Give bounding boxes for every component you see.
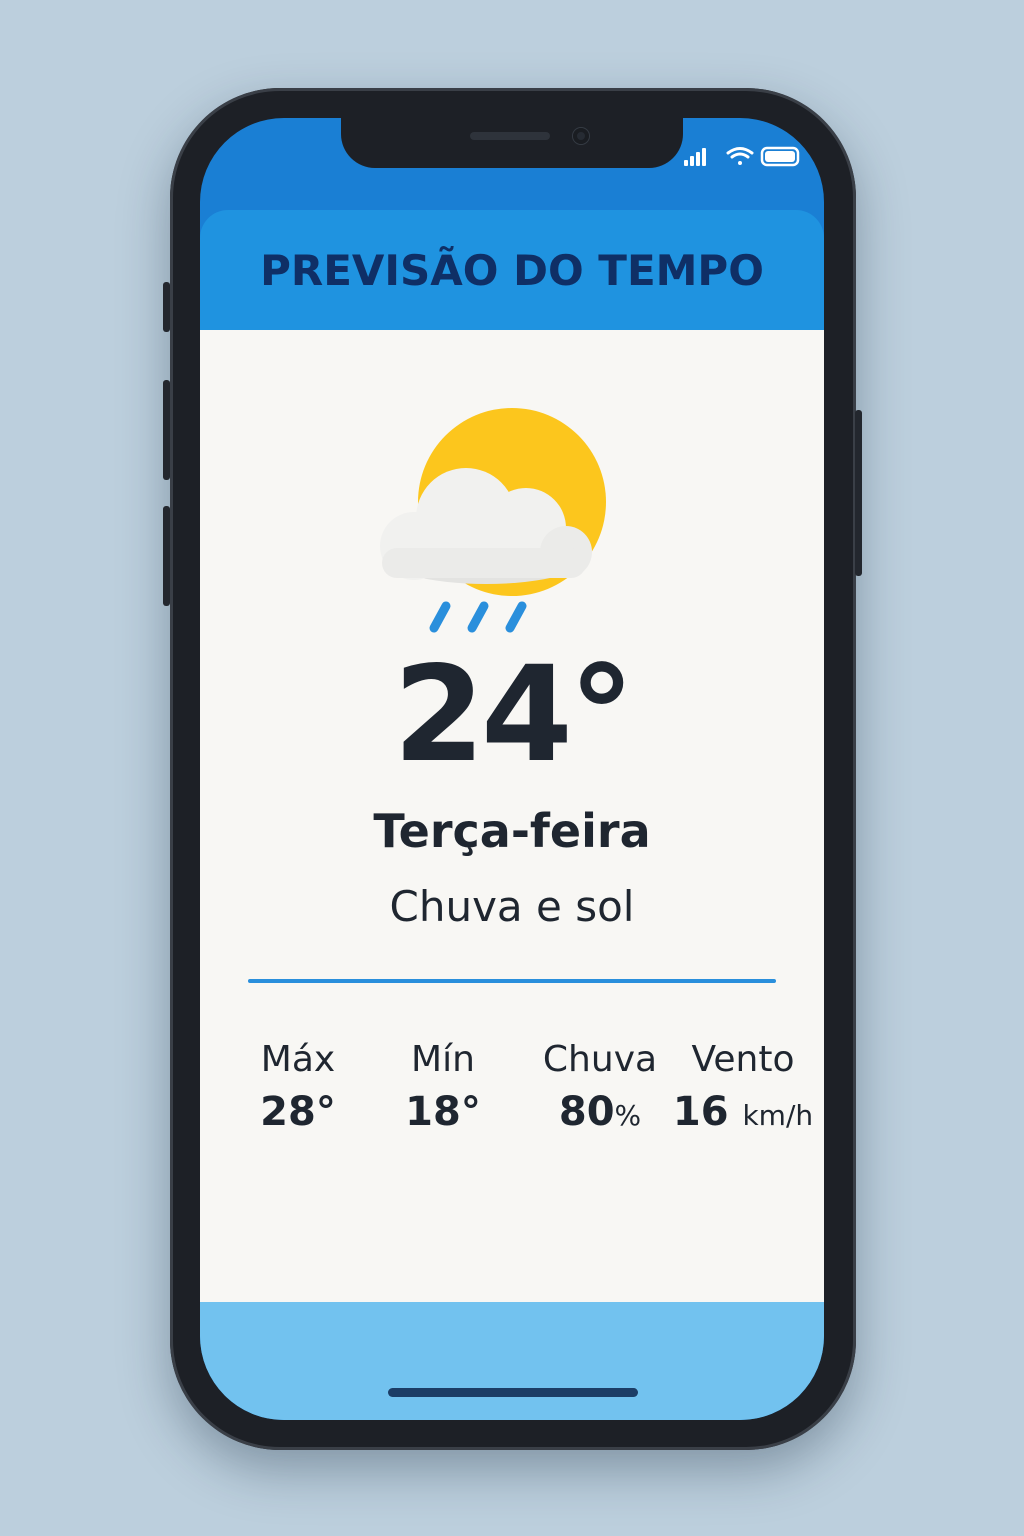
wifi-icon [726,147,754,165]
front-camera [573,128,589,144]
stat-wind: Vento 16 km/h [670,1038,816,1146]
current-temperature: 24° [393,638,635,792]
volume-up-button [163,380,170,480]
stat-rain: Chuva 80% [530,1038,670,1146]
speaker-grille [470,132,550,140]
home-indicator[interactable] [388,1388,638,1397]
stat-label: Chuva [542,1039,658,1080]
weather-card: 24° Terça-feira Chuva e sol Máx 28° Mín … [200,330,824,1302]
condition-label: Chuva e sol [389,882,635,931]
volume-down-button [163,506,170,606]
mute-switch [163,282,170,332]
app-footer [200,1302,824,1420]
weekday-label: Terça-feira [373,804,651,858]
app-header: PREVISÃO DO TEMPO [200,210,824,330]
rain-drops-icon [429,601,527,633]
divider [248,979,776,983]
stat-max: Máx 28° [238,1038,358,1146]
stat-value: 80% [558,1089,642,1135]
page-title: PREVISÃO DO TEMPO [260,246,764,295]
stat-label: Máx [260,1039,336,1080]
stat-value: 18° [405,1089,481,1135]
stat-label: Vento [691,1039,795,1080]
power-button [855,410,862,576]
sun-cloud-rain-icon [380,408,606,633]
signal-icon [684,148,706,166]
notch [341,118,683,168]
stat-value: 28° [260,1089,336,1135]
battery-icon [760,146,800,167]
stat-label: Mín [411,1039,475,1080]
stat-min: Mín 18° [383,1038,503,1146]
phone-screen: PREVISÃO DO TEMPO 24° Terça-feira Chuva … [200,118,824,1420]
status-bar-icons [684,146,800,167]
stat-value: 16 km/h [672,1089,814,1135]
